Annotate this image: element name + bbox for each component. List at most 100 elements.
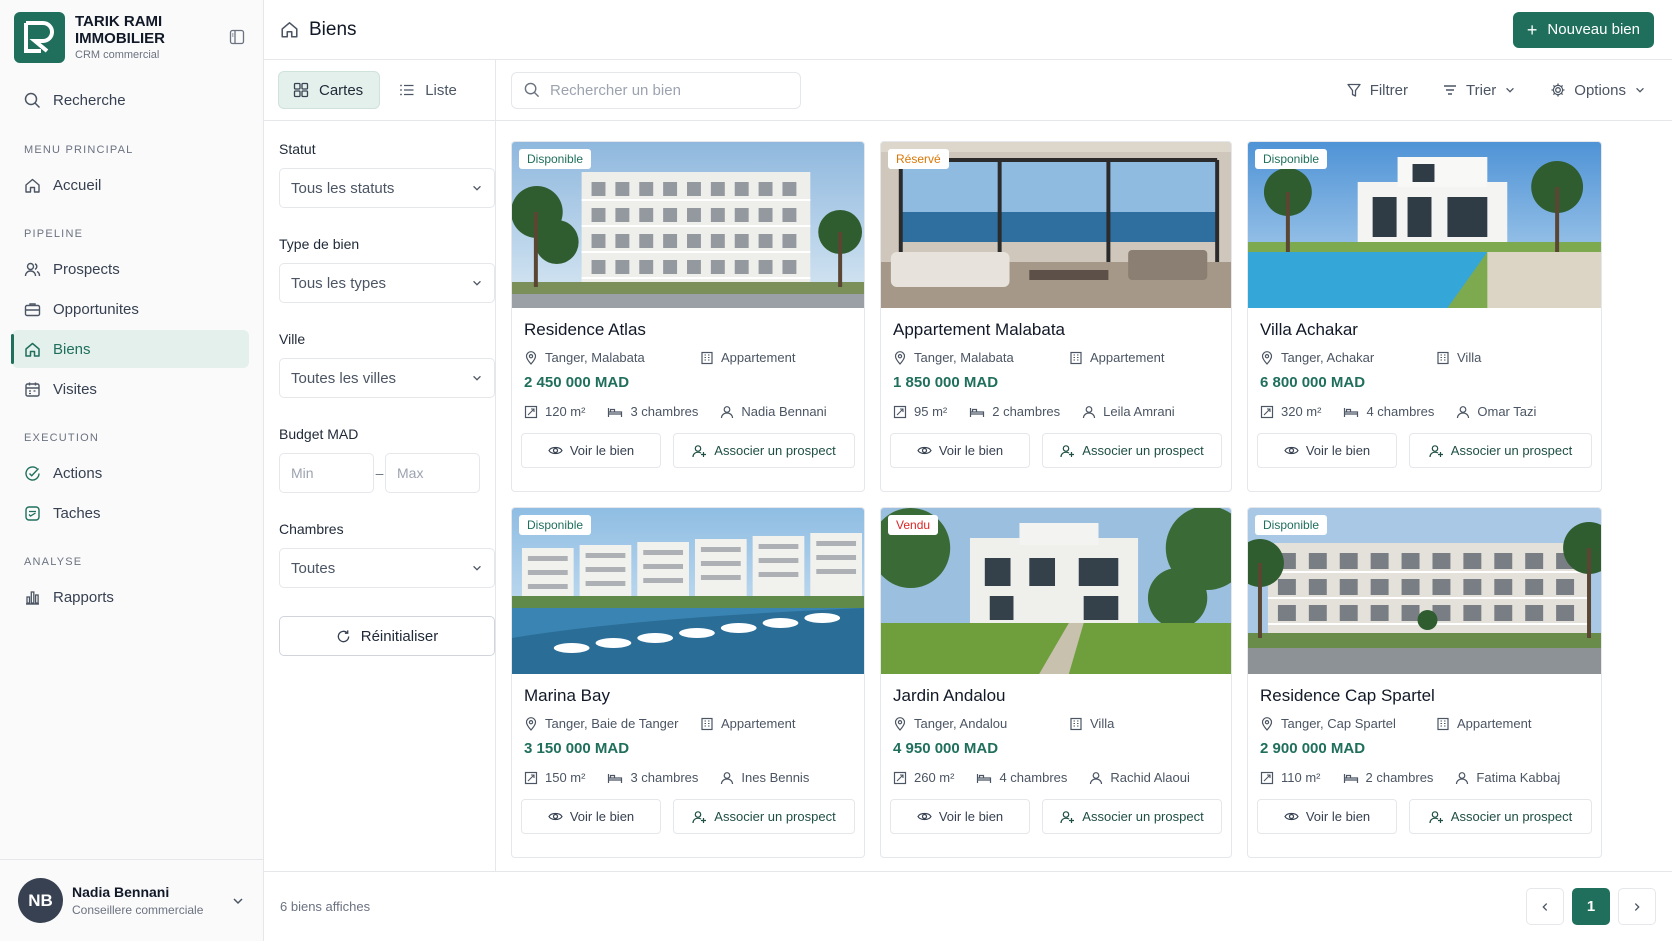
user-icon bbox=[1456, 771, 1469, 784]
page-button-1[interactable]: 1 bbox=[1572, 888, 1610, 925]
property-photo[interactable]: Vendu bbox=[881, 508, 1231, 674]
view-property-button[interactable]: Voir le bien bbox=[1257, 799, 1397, 834]
property-title[interactable]: Appartement Malabata bbox=[893, 320, 1222, 340]
associate-prospect-label: Associer un prospect bbox=[1450, 443, 1573, 458]
sidebar-item-taches[interactable]: Taches bbox=[12, 494, 249, 532]
property-type-text: Appartement bbox=[721, 350, 796, 365]
options-button[interactable]: Options bbox=[1550, 82, 1646, 99]
property-card-marina-bay[interactable]: Disponible Marina Bay Tanger, Baie de Ta… bbox=[511, 507, 865, 858]
city-select[interactable]: Toutes les villes bbox=[279, 358, 495, 398]
sidebar-item-visites[interactable]: Visites bbox=[12, 370, 249, 408]
user-role: Conseillere commerciale bbox=[72, 903, 204, 917]
main: Biens + Nouveau bien Cartes Liste Recher… bbox=[264, 0, 1672, 941]
property-card-jardin-andalou[interactable]: Vendu Jardin Andalou Tanger, Andalou Vil… bbox=[880, 507, 1232, 858]
associate-prospect-button[interactable]: Associer un prospect bbox=[673, 799, 855, 834]
property-agent: Fatima Kabbaj bbox=[1455, 770, 1560, 785]
reset-filters-button[interactable]: Réinitialiser bbox=[279, 616, 495, 656]
property-card-villa-achakar[interactable]: Disponible Villa Achakar Tanger, Achakar… bbox=[1247, 141, 1602, 492]
property-type-text: Appartement bbox=[721, 716, 796, 731]
sidebar-collapse-button[interactable] bbox=[225, 25, 249, 49]
home-icon bbox=[25, 178, 40, 193]
budget-min-input[interactable] bbox=[279, 453, 374, 493]
property-surface-text: 150 m² bbox=[545, 770, 586, 785]
property-title[interactable]: Villa Achakar bbox=[1260, 320, 1592, 340]
new-property-label: Nouveau bien bbox=[1547, 21, 1640, 38]
view-property-button[interactable]: Voir le bien bbox=[890, 799, 1030, 834]
user-menu[interactable]: NB Nadia Bennani Conseillere commerciale bbox=[0, 859, 263, 941]
property-type: Villa bbox=[1069, 716, 1114, 731]
sidebar-item-biens[interactable]: Biens bbox=[11, 330, 249, 368]
associate-prospect-button[interactable]: Associer un prospect bbox=[1042, 433, 1222, 468]
property-rooms: 3 chambres bbox=[607, 770, 698, 785]
area-icon bbox=[524, 405, 538, 418]
sidebar-item-rapports[interactable]: Rapports bbox=[12, 578, 249, 616]
associate-prospect-button[interactable]: Associer un prospect bbox=[1409, 799, 1592, 834]
property-surface-text: 110 m² bbox=[1281, 770, 1321, 785]
property-title[interactable]: Jardin Andalou bbox=[893, 686, 1222, 706]
budget-max-input[interactable] bbox=[385, 453, 480, 493]
view-property-button[interactable]: Voir le bien bbox=[1257, 433, 1397, 468]
property-surface-text: 95 m² bbox=[914, 404, 948, 419]
property-photo[interactable]: Réservé bbox=[881, 142, 1231, 308]
filter-button[interactable]: Filtrer bbox=[1346, 82, 1408, 99]
property-title[interactable]: Marina Bay bbox=[524, 686, 855, 706]
prev-page-button[interactable] bbox=[1526, 888, 1564, 925]
property-photo[interactable]: Disponible bbox=[512, 508, 864, 674]
user-plus-icon bbox=[692, 810, 707, 823]
reset-filters-label: Réinitialiser bbox=[360, 627, 439, 645]
chevron-down-icon bbox=[473, 280, 481, 286]
area-icon bbox=[893, 771, 907, 784]
property-photo[interactable]: Disponible bbox=[1248, 142, 1601, 308]
property-location-text: Tanger, Baie de Tanger bbox=[545, 716, 679, 731]
next-page-button[interactable] bbox=[1618, 888, 1656, 925]
bed-icon bbox=[1343, 773, 1358, 783]
status-select[interactable]: Tous les statuts bbox=[279, 168, 495, 208]
budget-range-dash: – bbox=[375, 465, 384, 481]
property-price: 3 150 000 MAD bbox=[524, 740, 630, 757]
view-cards-button[interactable]: Cartes bbox=[278, 71, 381, 109]
property-card-residence-atlas[interactable]: Disponible Residence Atlas Tanger, Malab… bbox=[511, 141, 865, 492]
user-icon bbox=[1457, 405, 1470, 418]
property-agent-text: Omar Tazi bbox=[1477, 404, 1537, 419]
chevron-down-icon bbox=[1506, 87, 1515, 93]
search-icon bbox=[524, 82, 540, 98]
new-property-button[interactable]: + Nouveau bien bbox=[1512, 11, 1654, 48]
property-title[interactable]: Residence Cap Spartel bbox=[1260, 686, 1592, 706]
associate-prospect-button[interactable]: Associer un prospect bbox=[673, 433, 855, 468]
property-rooms-text: 2 chambres bbox=[992, 404, 1061, 419]
view-property-button[interactable]: Voir le bien bbox=[521, 799, 661, 834]
view-toggle: Cartes Liste bbox=[264, 59, 496, 121]
property-photo[interactable]: Disponible bbox=[1248, 508, 1601, 674]
associate-prospect-label: Associer un prospect bbox=[714, 809, 836, 824]
property-surface: 320 m² bbox=[1260, 404, 1321, 419]
avatar: NB bbox=[18, 878, 63, 923]
property-grid-area: Disponible Residence Atlas Tanger, Malab… bbox=[496, 121, 1672, 871]
sidebar-search[interactable]: Recherche bbox=[0, 82, 263, 118]
view-property-button[interactable]: Voir le bien bbox=[521, 433, 661, 468]
property-price: 1 850 000 MAD bbox=[893, 374, 999, 391]
map-pin-icon bbox=[1261, 716, 1273, 731]
property-agent: Nadia Bennani bbox=[720, 404, 827, 419]
property-rooms: 3 chambres bbox=[607, 404, 698, 419]
property-search-input[interactable] bbox=[550, 81, 788, 99]
view-property-button[interactable]: Voir le bien bbox=[890, 433, 1030, 468]
property-card-appartement-malabata[interactable]: Réservé Appartement Malabata Tanger, Mal… bbox=[880, 141, 1232, 492]
sort-icon bbox=[1444, 85, 1457, 95]
type-select[interactable]: Tous les types bbox=[279, 263, 495, 303]
chevron-right-icon bbox=[1634, 902, 1640, 911]
sidebar-item-prospects[interactable]: Prospects bbox=[12, 250, 249, 288]
property-card-residence-cap-spartel[interactable]: Disponible Residence Cap Spartel Tanger,… bbox=[1247, 507, 1602, 858]
sidebar-item-accueil[interactable]: Accueil bbox=[12, 166, 249, 204]
rooms-select[interactable]: Toutes bbox=[279, 548, 495, 588]
property-surface: 120 m² bbox=[524, 404, 585, 419]
sidebar-item-opportunites[interactable]: Opportunites bbox=[12, 290, 249, 328]
property-photo[interactable]: Disponible bbox=[512, 142, 864, 308]
associate-prospect-button[interactable]: Associer un prospect bbox=[1409, 433, 1592, 468]
sidebar-item-actions[interactable]: Actions bbox=[12, 454, 249, 492]
view-list-button[interactable]: Liste bbox=[384, 71, 474, 109]
associate-prospect-button[interactable]: Associer un prospect bbox=[1042, 799, 1222, 834]
building-icon bbox=[1070, 351, 1082, 364]
sort-button[interactable]: Trier bbox=[1442, 82, 1516, 99]
property-title[interactable]: Residence Atlas bbox=[524, 320, 855, 340]
bed-icon bbox=[608, 773, 623, 783]
